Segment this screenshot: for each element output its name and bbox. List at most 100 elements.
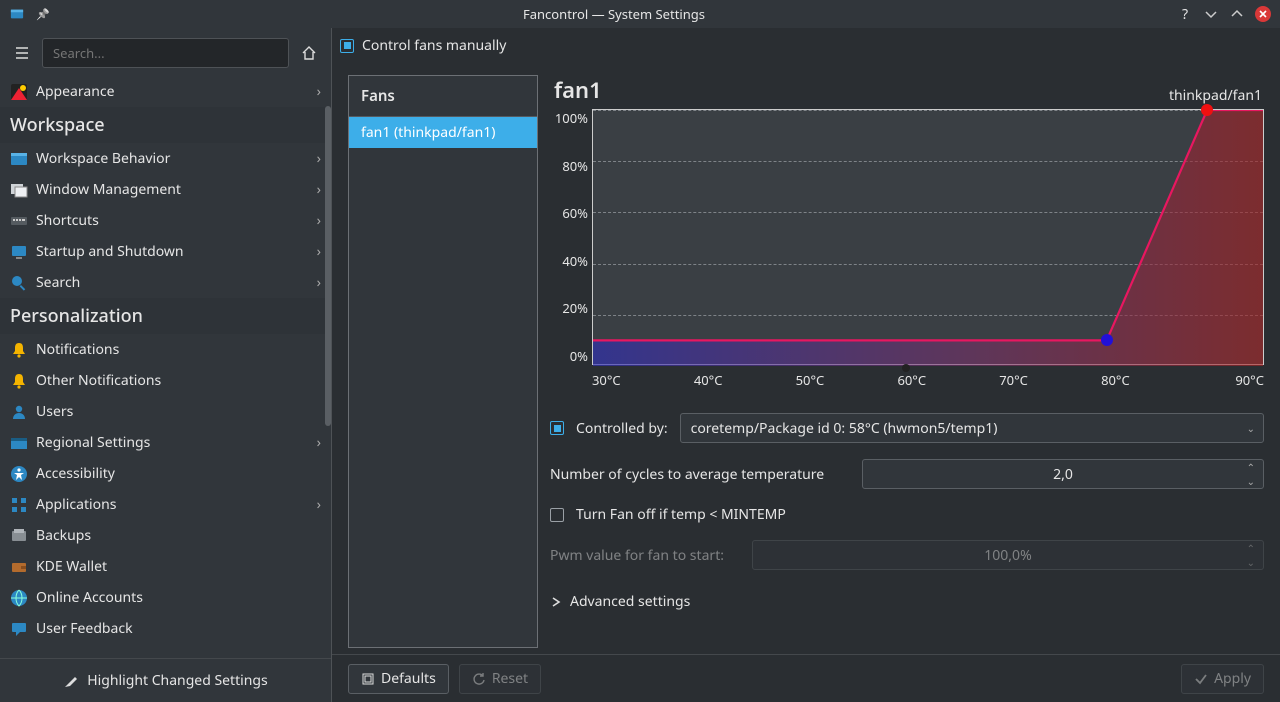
- mintemp-checkbox[interactable]: [550, 508, 564, 522]
- controlled-by-value: coretemp/Package id 0: 58°C (hwmon5/temp…: [691, 419, 1253, 438]
- window-title: Fancontrol — System Settings: [60, 5, 1168, 23]
- y-tick-label: 100%: [555, 109, 588, 127]
- sidebar-item-user-feedback[interactable]: User Feedback: [0, 613, 331, 644]
- pwm-start-label: Pwm value for fan to start:: [550, 546, 740, 565]
- titlebar: Fancontrol — System Settings ?: [0, 0, 1280, 28]
- app-icon: [8, 5, 26, 23]
- highlight-changed-button[interactable]: Highlight Changed Settings: [0, 658, 331, 702]
- controlled-by-row: Controlled by: coretemp/Package id 0: 58…: [550, 413, 1264, 443]
- x-tick-label: 50°C: [796, 371, 898, 389]
- help-icon[interactable]: ?: [1176, 5, 1194, 23]
- x-tick-label: 90°C: [1203, 371, 1264, 389]
- chevron-right-icon: ›: [317, 433, 321, 452]
- home-button[interactable]: [295, 39, 323, 67]
- sidebar-item-label: Search: [36, 273, 309, 292]
- x-tick-label: 30°C: [592, 371, 694, 389]
- users-icon: [10, 403, 28, 421]
- sidebar-item-label: Backups: [36, 526, 321, 545]
- bell-icon: [10, 372, 28, 390]
- bell-icon: [10, 341, 28, 359]
- sidebar-item-regional-settings[interactable]: Regional Settings›: [0, 427, 331, 458]
- control-manually-checkbox[interactable]: [340, 39, 354, 53]
- sidebar-item-label: Appearance: [36, 82, 309, 101]
- cycles-spinbox[interactable]: 2,0 ⌃⌄: [862, 459, 1264, 489]
- sidebar-item-label: Users: [36, 402, 321, 421]
- fan-list-item[interactable]: fan1 (thinkpad/fan1): [349, 117, 537, 148]
- controlled-by-label: Controlled by:: [576, 419, 668, 438]
- hamburger-button[interactable]: [8, 39, 36, 67]
- apply-button: Apply: [1181, 664, 1264, 694]
- a11y-icon: [10, 465, 28, 483]
- curve-handle[interactable]: [1201, 104, 1213, 116]
- window-mgr-icon: [10, 181, 28, 199]
- sidebar-item-users[interactable]: Users: [0, 396, 331, 427]
- sidebar-item-label: Online Accounts: [36, 588, 321, 607]
- fan-curve-chart: 100%80%60%40%20%0%: [550, 109, 1264, 365]
- sidebar-item-search[interactable]: Search ›: [0, 267, 331, 298]
- minimize-icon[interactable]: [1202, 5, 1220, 23]
- appearance-icon: [10, 83, 28, 101]
- sidebar-item-accessibility[interactable]: Accessibility: [0, 458, 331, 489]
- apply-label: Apply: [1214, 669, 1251, 688]
- sidebar-item-appearance[interactable]: Appearance ›: [0, 76, 331, 107]
- curve-handle[interactable]: [1101, 334, 1113, 346]
- chevron-right-icon: ›: [317, 149, 321, 168]
- pwm-start-row: Pwm value for fan to start: 100,0% ⌃⌄: [550, 540, 1264, 570]
- sidebar-item-applications[interactable]: Applications›: [0, 489, 331, 520]
- sidebar-item-startup-and-shutdown[interactable]: Startup and Shutdown›: [0, 236, 331, 267]
- sidebar-item-label: Other Notifications: [36, 371, 321, 390]
- button-bar: Defaults Reset Apply: [332, 654, 1280, 702]
- sidebar-item-window-management[interactable]: Window Management ›: [0, 174, 331, 205]
- mintemp-row[interactable]: Turn Fan off if temp < MINTEMP: [550, 505, 1264, 524]
- cycles-label: Number of cycles to average temperature: [550, 465, 850, 484]
- backup-icon: [10, 527, 28, 545]
- pin-icon[interactable]: [34, 5, 52, 23]
- search-input[interactable]: [42, 38, 289, 68]
- sidebar-item-label: KDE Wallet: [36, 557, 321, 576]
- x-tick-label: 80°C: [1101, 371, 1203, 389]
- apps-icon: [10, 496, 28, 514]
- maximize-icon[interactable]: [1228, 5, 1246, 23]
- workspace-icon: [10, 150, 28, 168]
- cycles-value: 2,0: [1053, 465, 1073, 484]
- current-temp-marker: [902, 364, 910, 372]
- sidebar-item-shortcuts[interactable]: Shortcuts›: [0, 205, 331, 236]
- controlled-by-checkbox[interactable]: [550, 421, 564, 435]
- sidebar-item-backups[interactable]: Backups: [0, 520, 331, 551]
- chevron-down-icon: ⌄: [1247, 421, 1255, 435]
- chevron-right-icon: ›: [317, 211, 321, 230]
- sidebar-item-label: Window Management: [36, 180, 309, 199]
- highlight-changed-label: Highlight Changed Settings: [87, 671, 267, 690]
- chevron-right-icon: ›: [317, 180, 321, 199]
- x-tick-label: 40°C: [694, 371, 796, 389]
- close-button[interactable]: [1254, 5, 1272, 23]
- control-manually-row[interactable]: Control fans manually: [340, 36, 1264, 63]
- sidebar-item-notifications[interactable]: Notifications: [0, 334, 331, 365]
- x-tick-label: 70°C: [999, 371, 1101, 389]
- sidebar-item-workspace-behavior[interactable]: Workspace Behavior›: [0, 143, 331, 174]
- x-tick-label: 60°C: [897, 371, 999, 389]
- sidebar-item-kde-wallet[interactable]: KDE Wallet: [0, 551, 331, 582]
- sidebar-item-online-accounts[interactable]: Online Accounts: [0, 582, 331, 613]
- wallet-icon: [10, 558, 28, 576]
- content-area: Control fans manually Fans fan1 (thinkpa…: [332, 28, 1280, 702]
- chevron-right-icon: ›: [317, 82, 321, 101]
- defaults-button[interactable]: Defaults: [348, 664, 449, 694]
- sidebar-scrollbar[interactable]: [325, 106, 331, 426]
- pwm-start-spinbox: 100,0% ⌃⌄: [752, 540, 1264, 570]
- controlled-by-select[interactable]: coretemp/Package id 0: 58°C (hwmon5/temp…: [680, 413, 1264, 443]
- advanced-settings-label: Advanced settings: [570, 592, 690, 611]
- sidebar-group-header: Personalization: [0, 298, 331, 334]
- fan-list: Fans fan1 (thinkpad/fan1): [348, 75, 538, 648]
- sidebar-item-other-notifications[interactable]: Other Notifications: [0, 365, 331, 396]
- chart-path: thinkpad/fan1: [1169, 86, 1262, 105]
- chart-plot-area[interactable]: [592, 109, 1264, 365]
- fan-list-header: Fans: [349, 76, 537, 117]
- advanced-settings-toggle[interactable]: Advanced settings: [550, 592, 1264, 611]
- globe-icon: [10, 434, 28, 452]
- sidebar-item-label: Applications: [36, 495, 309, 514]
- chevron-right-icon: ›: [317, 273, 321, 292]
- chart-y-axis: 100%80%60%40%20%0%: [550, 109, 592, 365]
- sidebar-item-label: User Feedback: [36, 619, 321, 638]
- y-tick-label: 80%: [562, 157, 588, 175]
